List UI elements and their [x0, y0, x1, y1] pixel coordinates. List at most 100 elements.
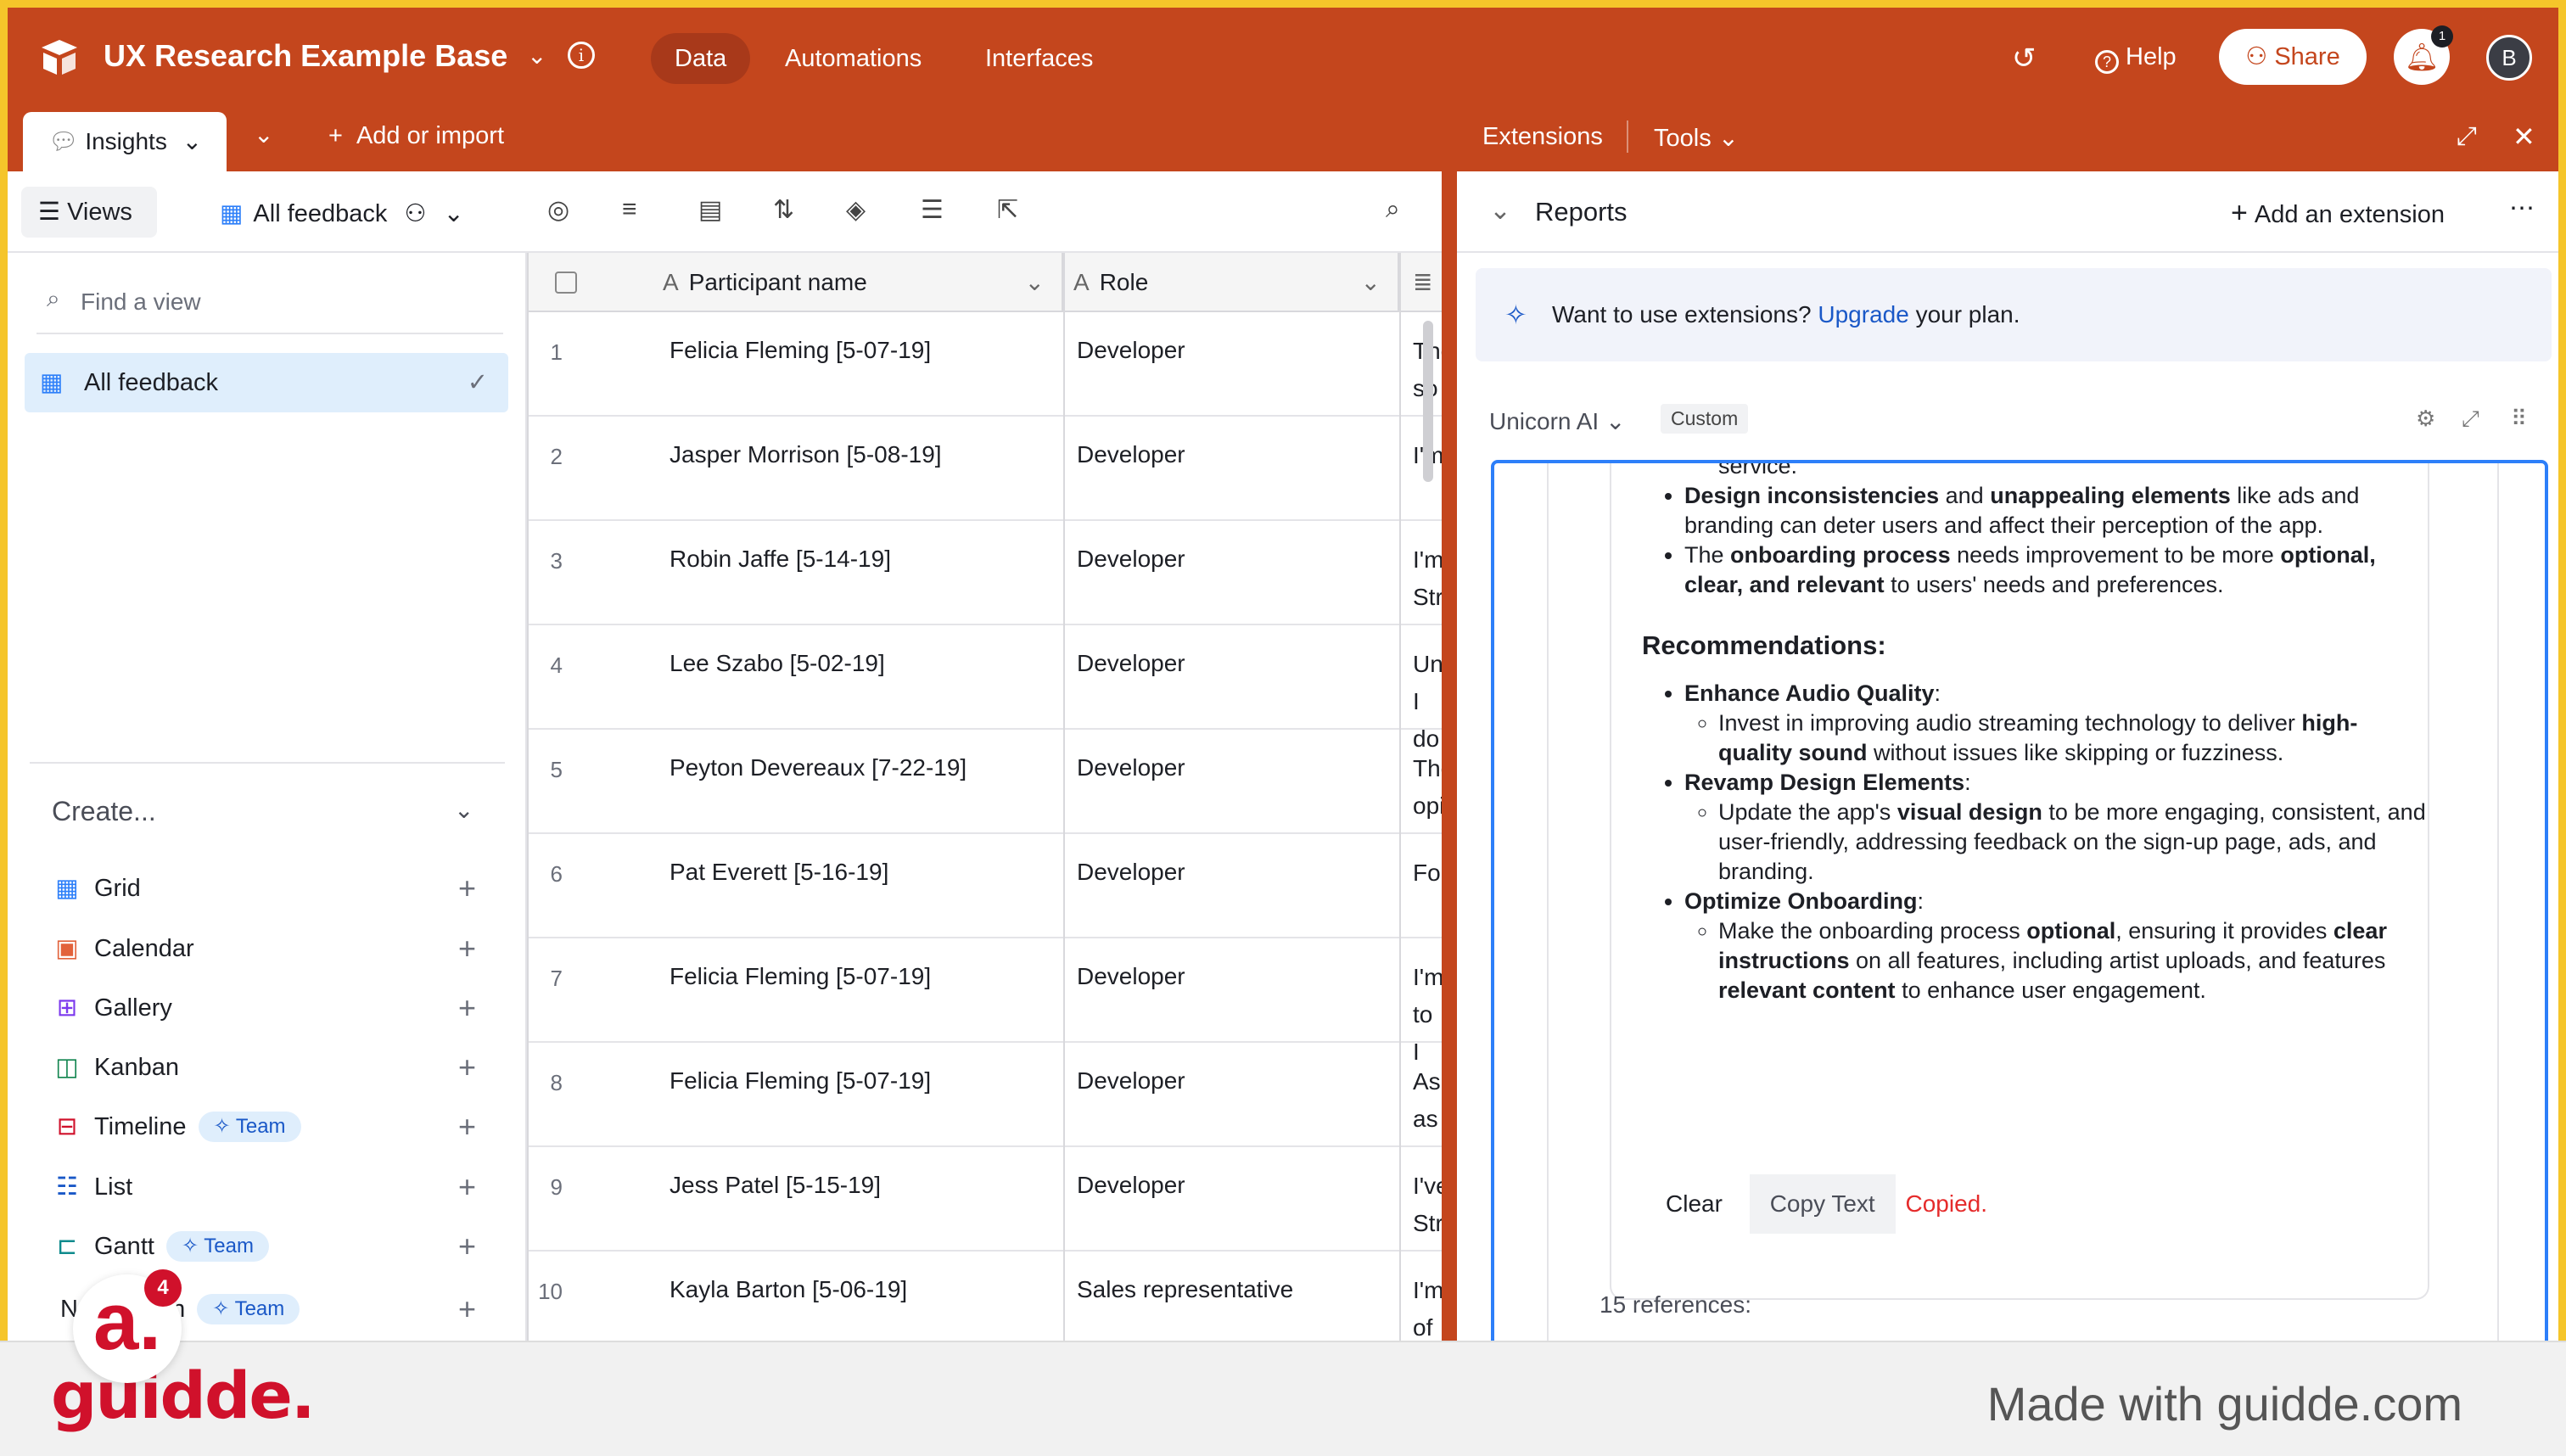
plus-icon[interactable]: + — [458, 927, 476, 970]
column-header-role[interactable]: A Role ⌄ — [1073, 253, 1399, 312]
expand-icon[interactable]: ⤢ — [2462, 406, 2479, 433]
plus-icon[interactable]: + — [458, 1166, 476, 1208]
nav-tab-automations[interactable]: Automations — [761, 33, 945, 84]
add-extension-button[interactable]: + Add an extension — [2231, 197, 2445, 230]
tab-insights[interactable]: 💬︎ Insights ⌄ — [23, 112, 227, 171]
create-heading[interactable]: Create... — [52, 796, 156, 827]
plus-icon[interactable]: + — [458, 987, 476, 1029]
cell-participant-name[interactable]: Felicia Fleming [5-07-19] — [670, 1063, 1043, 1099]
table-row[interactable]: 8 Felicia Fleming [5-07-19] Developer As… — [527, 1043, 1442, 1147]
cell-notes[interactable]: I've Str — [1413, 1168, 1442, 1242]
info-icon[interactable]: i — [568, 42, 595, 69]
extension-name-dropdown[interactable]: Unicorn AI ⌄ — [1489, 407, 1625, 435]
cell-role[interactable]: Developer — [1077, 959, 1399, 994]
cell-participant-name[interactable]: Jess Patel [5-15-19] — [670, 1168, 1043, 1203]
tools-dropdown[interactable]: Tools ⌄ — [1654, 123, 1739, 153]
current-view-selector[interactable]: ▦ All feedback ⚇ ⌄ — [220, 199, 464, 228]
cell-role[interactable]: Sales representative — [1077, 1272, 1399, 1308]
expand-icon[interactable]: ⤢ — [2457, 122, 2477, 151]
views-button[interactable]: ☰ Views — [21, 187, 157, 238]
find-view-input[interactable]: ⌕ Find a view — [36, 283, 503, 334]
tables-dropdown-chevron-icon[interactable]: ⌄ — [254, 120, 273, 148]
table-row[interactable]: 4 Lee Szabo [5-02-19] Developer Un I do — [527, 625, 1442, 752]
column-header-participant[interactable]: A Participant name ⌄ — [663, 253, 1063, 312]
cell-role[interactable]: Developer — [1077, 541, 1399, 577]
cell-participant-name[interactable]: Robin Jaffe [5-14-19] — [670, 541, 1043, 577]
panel-resize-handle[interactable] — [1442, 105, 1457, 1341]
create-grid[interactable]: ▦ Grid + — [52, 867, 485, 910]
cell-notes[interactable]: For — [1413, 854, 1442, 892]
create-gallery[interactable]: ⊞ Gallery + — [52, 987, 485, 1029]
cell-notes[interactable]: I'm of t — [1413, 1272, 1442, 1341]
cell-participant-name[interactable]: Jasper Morrison [5-08-19] — [670, 437, 1043, 473]
cell-participant-name[interactable]: Lee Szabo [5-02-19] — [670, 646, 1043, 681]
cell-notes[interactable]: The opi — [1413, 750, 1442, 825]
vertical-scrollbar[interactable] — [1423, 321, 1433, 482]
chevron-down-icon[interactable]: ⌄ — [1361, 253, 1381, 312]
create-timeline[interactable]: ⊟ Timeline ✧ Team + — [52, 1106, 485, 1148]
cell-role[interactable]: Developer — [1077, 333, 1399, 368]
share-view-icon[interactable]: ⇱ — [997, 195, 1018, 225]
cell-participant-name[interactable]: Felicia Fleming [5-07-19] — [670, 959, 1043, 994]
sort-icon[interactable]: ⇅ — [773, 195, 794, 225]
search-icon[interactable]: ⌕ — [1386, 195, 1400, 224]
cell-participant-name[interactable]: Felicia Fleming [5-07-19] — [670, 333, 1043, 368]
clear-button[interactable]: Clear — [1645, 1174, 1743, 1234]
extensions-tab[interactable]: Extensions — [1482, 123, 1603, 151]
table-row[interactable]: 3 Robin Jaffe [5-14-19] Developer I'm St… — [527, 521, 1442, 625]
plus-icon[interactable]: + — [458, 1046, 476, 1089]
create-calendar[interactable]: ▣ Calendar + — [52, 927, 485, 970]
base-title[interactable]: UX Research Example Base — [104, 38, 507, 74]
gear-icon[interactable]: ⚙ — [2416, 406, 2435, 432]
cell-participant-name[interactable]: Pat Everett [5-16-19] — [670, 854, 1043, 890]
cell-role[interactable]: Developer — [1077, 437, 1399, 473]
reports-title[interactable]: Reports — [1535, 197, 1628, 227]
cell-role[interactable]: Developer — [1077, 750, 1399, 786]
table-row[interactable]: 5 Peyton Devereaux [7-22-19] Developer T… — [527, 730, 1442, 834]
chevron-down-icon[interactable]: ⌄ — [454, 796, 473, 824]
table-row[interactable]: 7 Felicia Fleming [5-07-19] Developer I'… — [527, 938, 1442, 1065]
chevron-down-icon[interactable]: ⌄ — [1489, 195, 1511, 226]
cell-role[interactable]: Developer — [1077, 1063, 1399, 1099]
create-kanban[interactable]: ◫ Kanban + — [52, 1046, 485, 1089]
cell-participant-name[interactable]: Kayla Barton [5-06-19] — [670, 1272, 1043, 1308]
plus-icon[interactable]: + — [458, 1225, 476, 1268]
airtable-logo-icon[interactable] — [36, 35, 82, 81]
help-button[interactable]: ? Help — [2095, 43, 2177, 74]
cell-role[interactable]: Developer — [1077, 1168, 1399, 1203]
select-all-checkbox[interactable] — [555, 272, 577, 294]
cell-role[interactable]: Developer — [1077, 854, 1399, 890]
table-row[interactable]: 10 Kayla Barton [5-06-19] Sales represen… — [527, 1252, 1442, 1341]
filter-icon[interactable]: ≡ — [622, 195, 637, 224]
cell-role[interactable]: Developer — [1077, 646, 1399, 681]
add-or-import-button[interactable]: + Add or import — [328, 122, 504, 150]
plus-icon[interactable]: + — [458, 867, 476, 910]
table-row[interactable]: 9 Jess Patel [5-15-19] Developer I've St… — [527, 1147, 1442, 1252]
chevron-down-icon[interactable]: ⌄ — [1025, 253, 1045, 312]
chevron-down-icon[interactable]: ⌄ — [527, 42, 546, 70]
copy-text-button[interactable]: Copy Text — [1749, 1174, 1896, 1234]
cell-notes[interactable]: As as — [1413, 1063, 1442, 1138]
upgrade-link[interactable]: Upgrade — [1818, 301, 1908, 328]
share-button[interactable]: ⚇ Share — [2219, 29, 2367, 85]
more-options-icon[interactable]: ⋯ — [2509, 193, 2535, 223]
avatar[interactable]: B — [2486, 35, 2532, 81]
column-header-notes[interactable]: ≣ — [1413, 253, 1442, 312]
nav-tab-interfaces[interactable]: Interfaces — [961, 33, 1117, 84]
create-gantt[interactable]: ⊏ Gantt ✧ Team + — [52, 1225, 485, 1268]
plus-icon[interactable]: + — [458, 1106, 476, 1148]
notifications-button[interactable]: 🔔︎ 1 — [2394, 25, 2453, 85]
cell-notes[interactable]: I'm Str — [1413, 541, 1442, 616]
table-row[interactable]: 1 Felicia Fleming [5-07-19] Developer Th… — [527, 312, 1442, 417]
history-icon[interactable]: ↺ — [2012, 42, 2037, 76]
color-icon[interactable]: ◈ — [846, 195, 866, 225]
nav-tab-data[interactable]: Data — [651, 33, 751, 84]
group-icon[interactable]: ▤ — [698, 195, 722, 225]
table-row[interactable]: 2 Jasper Morrison [5-08-19] Developer I'… — [527, 417, 1442, 521]
table-row[interactable]: 6 Pat Everett [5-16-19] Developer For — [527, 834, 1442, 938]
cell-participant-name[interactable]: Peyton Devereaux [7-22-19] — [670, 750, 1043, 786]
sidebar-view-all-feedback[interactable]: ▦ All feedback ✓ — [25, 353, 508, 412]
plus-icon[interactable]: + — [458, 1288, 476, 1330]
row-height-icon[interactable]: ☰ — [921, 195, 944, 225]
hide-fields-icon[interactable]: ◎ — [547, 195, 569, 225]
